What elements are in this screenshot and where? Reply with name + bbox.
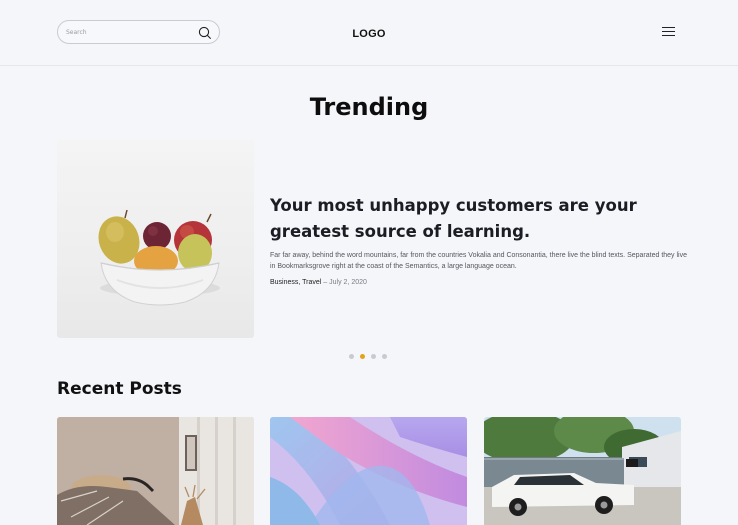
trending-excerpt: Far far away, behind the word mountains,… xyxy=(270,252,687,270)
carousel-dots xyxy=(349,354,393,360)
trending-image-fruit-bowl[interactable] xyxy=(57,140,254,338)
site-header: LOGO xyxy=(0,0,738,66)
recent-post-card-car[interactable] xyxy=(484,417,681,525)
recent-post-image-ribbons xyxy=(270,417,467,525)
recent-post-card-bedroom[interactable] xyxy=(57,417,254,525)
recent-post-card-ribbons[interactable] xyxy=(270,417,467,525)
trending-meta: Business, Travel – July 2, 2020 xyxy=(270,279,367,286)
hamburger-menu-icon[interactable] xyxy=(662,27,675,38)
recent-post-image-car xyxy=(484,417,681,525)
meta-separator: – xyxy=(321,279,330,286)
logo[interactable]: LOGO xyxy=(0,28,738,40)
trending-categories[interactable]: Business, Travel xyxy=(270,279,321,286)
recent-posts-title: Recent Posts xyxy=(57,379,182,399)
trending-headline[interactable]: Your most unhappy customers are your gre… xyxy=(270,193,670,245)
trending-date: July 2, 2020 xyxy=(329,279,367,286)
carousel-dot-2[interactable] xyxy=(360,354,365,359)
carousel-dot-4[interactable] xyxy=(382,354,387,359)
trending-title: Trending xyxy=(309,93,429,121)
recent-post-image-bedroom xyxy=(57,417,254,525)
carousel-dot-3[interactable] xyxy=(371,354,376,359)
carousel-dot-1[interactable] xyxy=(349,354,354,359)
